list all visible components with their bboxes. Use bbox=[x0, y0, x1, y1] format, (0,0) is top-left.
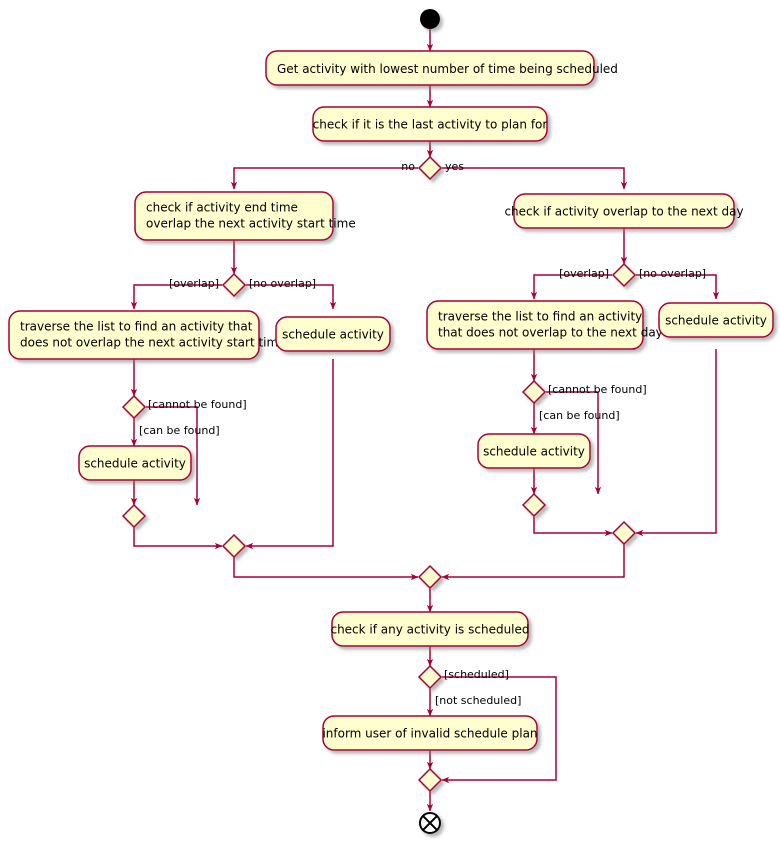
edge-left-schedule-top-to-merge-outer bbox=[245, 359, 334, 550]
activity-label-traverse-next-day-line2: that does not overlap to the next day bbox=[438, 326, 663, 340]
merge-node-main bbox=[417, 564, 443, 590]
guard-label-no: no bbox=[401, 160, 415, 173]
decision-any-scheduled[interactable]: [scheduled] [not scheduled] bbox=[417, 664, 521, 707]
activity-check-end-time-overlap[interactable]: check if activity end time overlap the n… bbox=[134, 191, 356, 241]
activity-get-activity[interactable]: Get activity with lowest number of time … bbox=[265, 50, 618, 86]
activity-schedule-left-no-overlap[interactable]: schedule activity bbox=[275, 316, 391, 352]
guard-label-can-found-right: [can be found] bbox=[539, 409, 620, 422]
decision-diamond[interactable] bbox=[611, 262, 637, 288]
activity-check-any-scheduled[interactable]: check if any activity is scheduled bbox=[330, 611, 530, 647]
guard-label-overlap-left: [overlap] bbox=[169, 277, 219, 290]
activity-traverse-list-start-time[interactable]: traverse the list to find an activity th… bbox=[8, 310, 286, 360]
decision-last-activity[interactable]: no yes bbox=[401, 155, 464, 181]
activity-traverse-list-next-day[interactable]: traverse the list to find an activity th… bbox=[426, 300, 663, 350]
guard-label-no-overlap-right: [no overlap] bbox=[639, 267, 706, 280]
edges-layer bbox=[130, 29, 720, 812]
decision-diamond[interactable] bbox=[521, 379, 547, 405]
activity-label-schedule-left-top: schedule activity bbox=[282, 328, 384, 342]
guard-label-yes: yes bbox=[445, 160, 464, 173]
activity-label-schedule-left-found: schedule activity bbox=[84, 457, 186, 471]
activity-check-overlap-next-day[interactable]: check if activity overlap to the next da… bbox=[504, 193, 744, 229]
activity-schedule-right-found[interactable]: schedule activity bbox=[477, 433, 591, 469]
label-bold: lowest number of time being scheduled bbox=[380, 62, 618, 76]
activity-label-schedule-right-top: schedule activity bbox=[665, 314, 767, 328]
guard-label-can-found-left: [can be found] bbox=[139, 424, 220, 437]
end-node bbox=[419, 812, 441, 834]
activity-label-check-any-scheduled: check if any activity is scheduled bbox=[330, 623, 529, 637]
activity-label-traverse-start-time-line2: does not overlap the next activity start… bbox=[20, 336, 286, 350]
merge-node-right-outer bbox=[611, 520, 637, 546]
edge-decision-yes-branch bbox=[442, 167, 628, 190]
activity-label-inform-invalid-plan: inform user of invalid schedule plan bbox=[322, 727, 537, 741]
merge-node-left-outer bbox=[221, 533, 247, 559]
guard-label-no-overlap-left: [no overlap] bbox=[249, 277, 316, 290]
activity-diagram-canvas: Get activity with lowest number of time … bbox=[0, 0, 780, 844]
activity-label-check-end-time-line2: overlap the next activity start time bbox=[146, 217, 356, 231]
edge-decision-no-branch bbox=[230, 167, 418, 190]
activity-inform-invalid-plan[interactable]: inform user of invalid schedule plan bbox=[322, 715, 538, 751]
uml-activity-diagram: Get activity with lowest number of time … bbox=[8, 9, 774, 834]
merge-node-right-inner bbox=[521, 492, 547, 518]
decision-overlap-next-day[interactable]: [overlap] [no overlap] bbox=[559, 262, 706, 288]
guard-label-overlap-right: [overlap] bbox=[559, 267, 609, 280]
decision-diamond[interactable] bbox=[221, 272, 247, 298]
activity-label-check-last-activity: check if it is the last activity to plan… bbox=[313, 118, 548, 132]
decision-diamond[interactable] bbox=[417, 664, 443, 690]
start-node bbox=[420, 9, 440, 29]
activity-label-traverse-start-time-line1: traverse the list to find an activity th… bbox=[20, 320, 253, 334]
merge-node-final bbox=[417, 767, 443, 793]
decision-end-time-overlap[interactable]: [overlap] [no overlap] bbox=[169, 272, 316, 298]
activity-check-last-activity[interactable]: check if it is the last activity to plan… bbox=[312, 106, 548, 142]
activity-label-check-overlap-next-day: check if activity overlap to the next da… bbox=[504, 205, 743, 219]
guard-label-cannot-found-right: [cannot be found] bbox=[548, 383, 647, 396]
edge-left-merge-outer-to-main bbox=[233, 557, 419, 581]
merge-node-left-inner bbox=[121, 503, 147, 529]
activity-label-traverse-next-day-line1: traverse the list to find an activity bbox=[438, 310, 642, 324]
activity-label-schedule-right-found: schedule activity bbox=[483, 445, 585, 459]
activity-schedule-right-no-overlap[interactable]: schedule activity bbox=[658, 302, 774, 338]
decision-found-right[interactable]: [cannot be found] [can be found] bbox=[521, 379, 647, 422]
activity-schedule-left-found[interactable]: schedule activity bbox=[78, 445, 192, 481]
label-plain: Get activity with bbox=[277, 62, 380, 76]
edge-right-merge-inner-to-outer bbox=[533, 516, 613, 537]
guard-label-cannot-found-left: [cannot be found] bbox=[148, 398, 247, 411]
edge-left-merge-inner-to-outer bbox=[133, 527, 223, 550]
activity-label-get-activity: Get activity with lowest number of time … bbox=[277, 62, 618, 76]
edge-right-merge-outer-to-main bbox=[441, 544, 625, 581]
guard-label-not-scheduled: [not scheduled] bbox=[435, 694, 521, 707]
guard-label-scheduled: [scheduled] bbox=[444, 668, 509, 681]
edge-right-schedule-top-to-merge-outer bbox=[635, 349, 717, 537]
decision-found-left[interactable]: [cannot be found] [can be found] bbox=[121, 394, 247, 437]
activity-label-check-end-time-line1: check if activity end time bbox=[146, 201, 298, 215]
decision-diamond[interactable] bbox=[417, 155, 443, 181]
decision-diamond[interactable] bbox=[121, 394, 147, 420]
